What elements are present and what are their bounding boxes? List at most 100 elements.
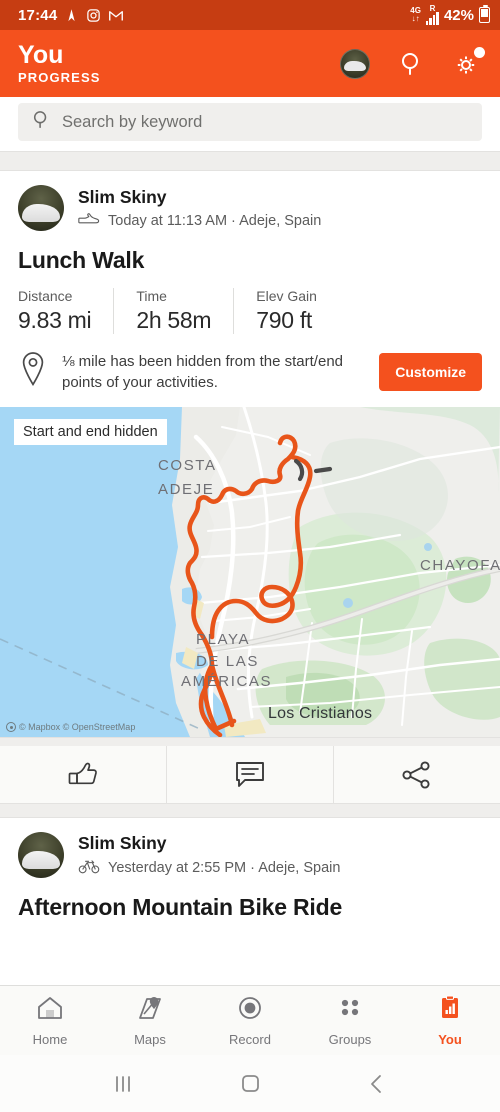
map-label-los-cristianos: Los Cristianos [268,705,373,722]
back-chevron-icon[interactable] [347,1064,407,1104]
nav-item-record[interactable]: Record [200,986,300,1055]
athlete-name[interactable]: Slim Skiny [78,833,340,854]
activity-subtitle: Today at 11:13 AM · Adeje, Spain [108,212,322,229]
customize-button[interactable]: Customize [379,352,482,391]
navigation-arrow-icon [64,8,79,23]
activity-card[interactable]: Slim Skiny Today at 11:13 AM · Adeje, Sp… [0,171,500,818]
page-subtitle: PROGRESS [18,70,101,85]
share-icon [402,760,430,789]
home-square-icon[interactable] [220,1064,280,1104]
search-icon[interactable] [396,49,426,79]
comment-icon [236,761,264,787]
instagram-icon [86,8,101,23]
maps-icon [136,995,164,1026]
status-bar-right: 4G ↓↑ R 42% [410,4,490,25]
stat-value: 9.83 mi [18,307,92,333]
stat-label: Distance [18,288,73,304]
avatar[interactable] [340,48,370,79]
activity-subtitle: Yesterday at 2:55 PM · Adeje, Spain [108,859,341,876]
athlete-info: Slim Skiny Today at 11:13 AM · Adeje, Sp… [78,187,321,230]
roaming-icon: R [425,5,439,25]
privacy-notice: ⅛ mile has been hidden from the start/en… [0,346,500,407]
search-icon [32,110,50,135]
nav-label: Groups [328,1031,372,1047]
section-divider [0,151,500,171]
nav-label: You [438,1031,462,1047]
search-placeholder: Search by keyword [62,112,203,131]
header-actions [340,46,485,79]
clipboard-chart-icon [436,995,464,1026]
thumbs-up-icon [68,762,97,784]
activity-title[interactable]: Afternoon Mountain Bike Ride [0,878,500,921]
activity-header: Slim Skiny Yesterday at 2:55 PM · Adeje,… [0,818,500,878]
activity-action-bar [0,746,500,804]
settings-badge [474,46,485,58]
nav-label: Home [32,1031,68,1047]
mountain-bike-icon [78,858,100,878]
status-bar-left: 17:44 [18,6,124,24]
page-title: You [18,41,64,69]
activity-header: Slim Skiny Today at 11:13 AM · Adeje, Sp… [0,171,500,231]
recents-icon[interactable] [93,1064,153,1104]
app-header: You PROGRESS [0,30,500,97]
share-button[interactable] [333,746,500,803]
map-privacy-banner: Start and end hidden [14,419,167,445]
athlete-name[interactable]: Slim Skiny [78,187,321,208]
like-button[interactable] [0,746,166,803]
settings-gear-icon[interactable] [452,46,485,79]
nav-item-maps[interactable]: Maps [100,986,200,1055]
stat-value: 2h 58m [136,307,212,333]
avatar[interactable] [18,185,64,231]
map-attribution[interactable]: © Mapbox © OpenStreetMap [6,722,135,732]
stat-value: 790 ft [256,307,312,333]
phone-screen: 17:44 4G ↓↑ R 42% You PROGRESS Search by… [0,0,500,1112]
record-icon [236,995,264,1026]
stat-label: Time [136,288,167,304]
privacy-text: ⅛ mile has been hidden from the start/en… [62,352,344,391]
hidden-route-segment [313,466,333,474]
map-pin-icon [18,350,48,393]
home-icon [36,995,64,1026]
map-label-playa: PLAYA [196,631,251,648]
card-divider [0,804,500,818]
nav-item-home[interactable]: Home [0,986,100,1055]
battery-icon [479,4,490,23]
system-navigation-bar [0,1055,500,1112]
activity-stats: Distance 9.83 mi Time 2h 58m Elev Gain 7… [0,274,500,346]
nav-item-you[interactable]: You [400,986,500,1055]
stat-label: Elev Gain [256,288,317,304]
nav-label: Maps [134,1031,166,1047]
activity-meta: Yesterday at 2:55 PM · Adeje, Spain [78,858,340,878]
battery-percent: 42% [443,6,474,24]
activity-map[interactable]: Start and end hidden COSTA ADEJE CHAYOFA… [0,407,500,737]
stat-distance: Distance 9.83 mi [18,288,113,334]
stat-elev-gain: Elev Gain 790 ft [233,288,339,334]
network-type-icon: 4G ↓↑ [410,6,421,23]
activity-card[interactable]: Slim Skiny Yesterday at 2:55 PM · Adeje,… [0,818,500,921]
map-label-chayofa: CHAYOFA [420,557,500,574]
map-attribution-text: © Mapbox © OpenStreetMap [19,722,136,732]
athlete-info: Slim Skiny Yesterday at 2:55 PM · Adeje,… [78,833,340,878]
avatar[interactable] [18,832,64,878]
nav-label: Record [229,1031,271,1047]
map-label-adeje: ADEJE [158,481,215,498]
mapbox-logo-icon [6,722,16,732]
bottom-navigation: Home Maps Record Groups You [0,985,500,1055]
action-bar-divider [0,737,500,746]
activity-meta: Today at 11:13 AM · Adeje, Spain [78,212,321,230]
search-section: Search by keyword [0,97,500,151]
status-time: 17:44 [18,6,58,24]
status-bar: 17:44 4G ↓↑ R 42% [0,0,500,30]
header-titles: You PROGRESS [18,41,340,86]
activity-title[interactable]: Lunch Walk [0,231,500,274]
nav-item-groups[interactable]: Groups [300,986,400,1055]
walking-shoe-icon [78,212,100,230]
comment-button[interactable] [166,746,333,803]
gmail-icon [108,8,124,23]
map-label-americas: AMÉRICAS [181,673,273,690]
map-label-costa: COSTA [158,457,217,474]
groups-icon [336,995,364,1026]
search-input[interactable]: Search by keyword [18,103,482,141]
map-label-de-las: DE LAS [196,653,259,670]
stat-time: Time 2h 58m [113,288,233,334]
